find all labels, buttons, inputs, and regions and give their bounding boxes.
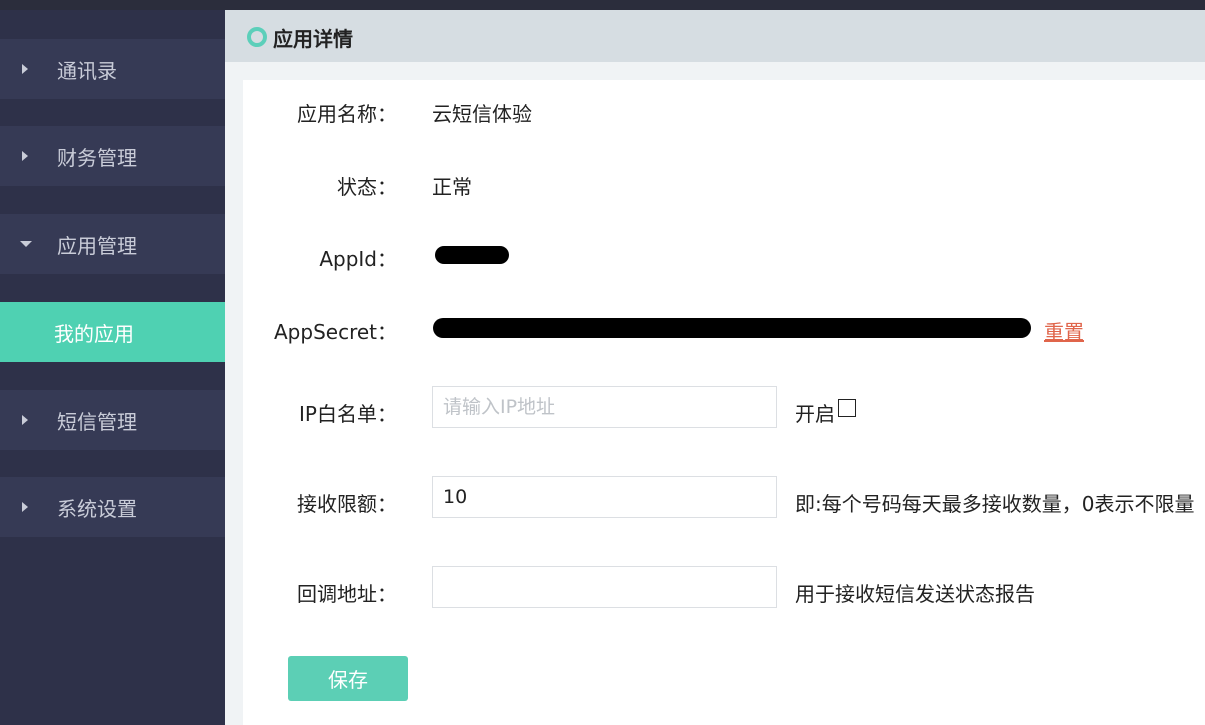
appsecret-redaction	[433, 318, 1031, 338]
caret-right-icon	[22, 415, 28, 425]
ip-enable-checkbox[interactable]	[838, 399, 856, 417]
app-name-label: 应用名称：	[297, 102, 397, 126]
status-label: 状态：	[337, 175, 397, 199]
ip-whitelist-input[interactable]	[432, 386, 777, 428]
caret-right-icon	[22, 502, 28, 512]
receive-limit-input[interactable]	[432, 476, 777, 518]
sidebar-item-label: 应用管理	[57, 233, 137, 258]
sidebar-item-app-management[interactable]: 应用管理	[0, 214, 225, 274]
detail-panel: 应用名称： 云短信体验 状态： 正常 AppId： AppSecret： 重置 …	[243, 80, 1205, 725]
sidebar: 通讯录 财务管理 应用管理 我的应用 短信管理 系统设置	[0, 10, 225, 725]
main-content: 应用详情 应用名称： 云短信体验 状态： 正常 AppId： AppSecret…	[225, 10, 1205, 725]
appsecret-label: AppSecret：	[274, 320, 397, 344]
receive-limit-label: 接收限额：	[297, 492, 397, 516]
caret-right-icon	[22, 151, 28, 161]
caret-right-icon	[22, 64, 28, 74]
sidebar-item-finance[interactable]: 财务管理	[0, 126, 225, 186]
ip-enable-label: 开启	[795, 402, 835, 426]
status-value: 正常	[432, 175, 472, 199]
callback-url-input[interactable]	[432, 566, 777, 608]
page-header: 应用详情	[225, 10, 1205, 62]
sidebar-item-label: 财务管理	[57, 145, 137, 170]
reset-secret-link[interactable]: 重置	[1044, 316, 1084, 345]
ip-whitelist-label: IP白名单：	[299, 402, 397, 426]
sidebar-item-label: 系统设置	[57, 496, 137, 521]
sidebar-item-label: 我的应用	[54, 321, 134, 346]
appid-label: AppId：	[319, 247, 397, 271]
callback-url-label: 回调地址：	[297, 582, 397, 606]
appid-redaction	[435, 246, 509, 264]
sidebar-subitem-my-apps[interactable]: 我的应用	[0, 302, 225, 362]
sidebar-item-contacts[interactable]: 通讯录	[0, 39, 225, 99]
sidebar-item-system-settings[interactable]: 系统设置	[0, 477, 225, 537]
sidebar-item-label: 通讯录	[57, 58, 117, 83]
page-title: 应用详情	[273, 27, 353, 51]
app-name-value: 云短信体验	[432, 102, 532, 126]
callback-url-note: 用于接收短信发送状态报告	[795, 582, 1035, 606]
sidebar-item-label: 短信管理	[57, 409, 137, 434]
top-bar	[0, 0, 1205, 10]
receive-limit-note: 即:每个号码每天最多接收数量，0表示不限量	[795, 492, 1195, 516]
caret-down-icon	[20, 241, 32, 247]
ring-icon	[247, 27, 267, 47]
sidebar-item-sms-management[interactable]: 短信管理	[0, 390, 225, 450]
save-button[interactable]: 保存	[288, 656, 408, 701]
